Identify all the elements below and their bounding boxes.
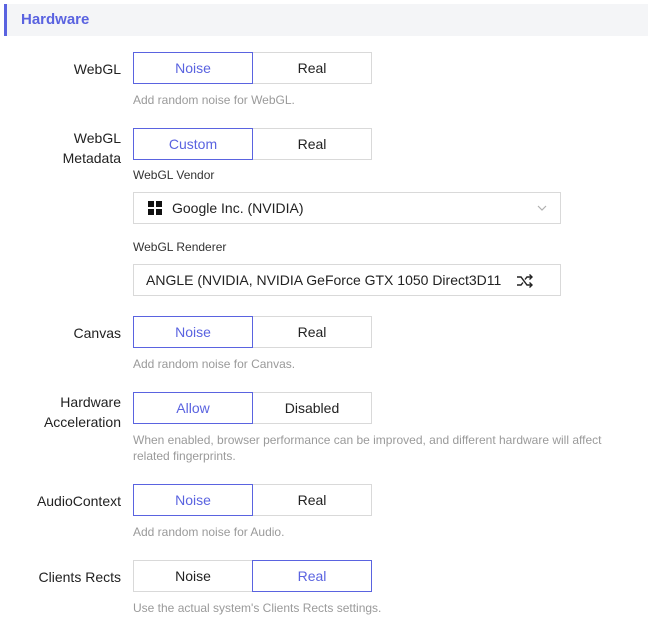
- hardware-acceleration-option-disabled[interactable]: Disabled: [252, 392, 372, 424]
- webgl-label: WebGL: [73, 61, 121, 77]
- webgl-renderer-value: ANGLE (NVIDIA, NVIDIA GeForce GTX 1050 D…: [146, 272, 502, 288]
- canvas-option-real[interactable]: Real: [252, 316, 372, 348]
- canvas-segmented: Noise Real: [133, 316, 372, 348]
- webgl-segmented: Noise Real: [133, 52, 372, 84]
- webgl-hint: Add random noise for WebGL.: [133, 93, 295, 107]
- windows-icon: [148, 201, 162, 215]
- hardware-acceleration-segmented: Allow Disabled: [133, 392, 372, 424]
- hardware-acceleration-option-allow[interactable]: Allow: [133, 392, 253, 424]
- canvas-hint: Add random noise for Canvas.: [133, 357, 296, 371]
- webgl-renderer-label: WebGL Renderer: [133, 240, 227, 254]
- client-rects-option-real[interactable]: Real: [252, 560, 372, 592]
- section-header: Hardware: [4, 4, 648, 36]
- hardware-acceleration-label-line1: Hardware: [60, 394, 121, 410]
- client-rects-segmented: Noise Real: [133, 560, 372, 592]
- audio-context-option-noise[interactable]: Noise: [133, 484, 253, 516]
- hardware-acceleration-label: Hardware Acceleration: [44, 392, 121, 432]
- chevron-down-icon: [537, 205, 547, 211]
- audio-context-segmented: Noise Real: [133, 484, 372, 516]
- shuffle-icon[interactable]: [516, 273, 534, 289]
- webgl-metadata-label-line2: Metadata: [62, 150, 121, 166]
- audio-context-hint: Add random noise for Audio.: [133, 525, 285, 539]
- client-rects-option-noise[interactable]: Noise: [133, 560, 253, 592]
- webgl-vendor-select[interactable]: Google Inc. (NVIDIA): [133, 192, 561, 224]
- webgl-vendor-value: Google Inc. (NVIDIA): [172, 200, 304, 216]
- webgl-metadata-segmented: Custom Real: [133, 128, 372, 160]
- webgl-metadata-option-real[interactable]: Real: [252, 128, 372, 160]
- section-title: Hardware: [21, 11, 90, 28]
- audio-context-option-real[interactable]: Real: [252, 484, 372, 516]
- webgl-option-real[interactable]: Real: [252, 52, 372, 84]
- client-rects-label: Clients Rects: [38, 569, 121, 585]
- webgl-metadata-label-line1: WebGL: [73, 130, 121, 146]
- hardware-acceleration-hint: When enabled, browser performance can be…: [133, 433, 602, 463]
- webgl-option-noise[interactable]: Noise: [133, 52, 253, 84]
- audio-context-label: AudioContext: [36, 493, 121, 509]
- client-rects-hint: Use the actual system's Clients Rects se…: [133, 601, 382, 615]
- canvas-label: Canvas: [73, 325, 121, 341]
- webgl-metadata-label: WebGL Metadata: [63, 128, 121, 168]
- webgl-metadata-option-custom[interactable]: Custom: [133, 128, 253, 160]
- canvas-option-noise[interactable]: Noise: [133, 316, 253, 348]
- hardware-acceleration-label-line2: Acceleration: [43, 414, 121, 430]
- webgl-vendor-label: WebGL Vendor: [133, 168, 215, 182]
- webgl-renderer-field[interactable]: ANGLE (NVIDIA, NVIDIA GeForce GTX 1050 D…: [133, 264, 561, 296]
